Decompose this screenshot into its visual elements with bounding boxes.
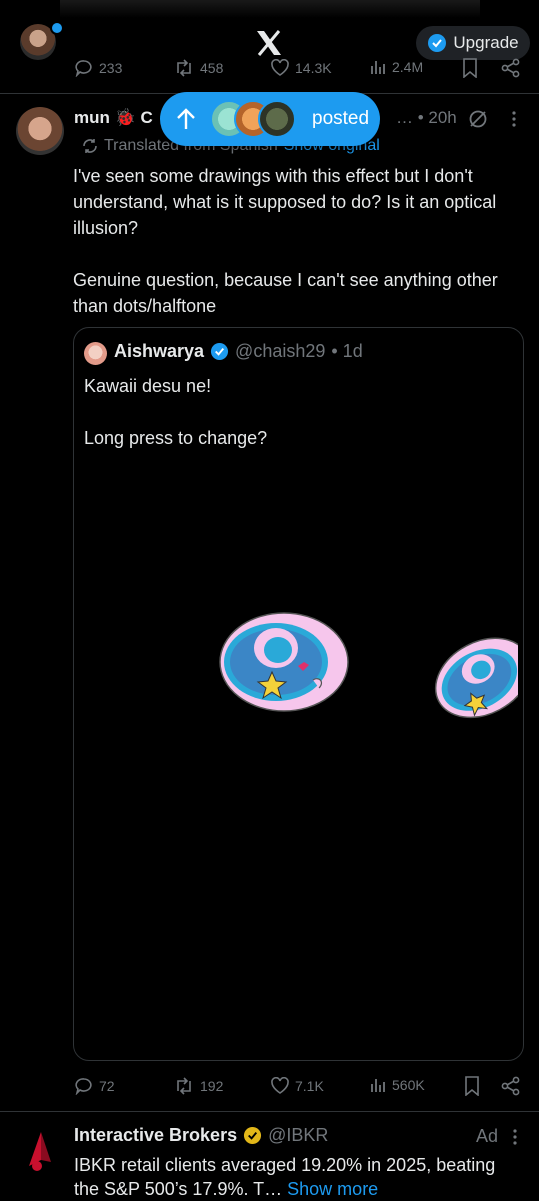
top-fade xyxy=(60,0,480,18)
x-logo-icon[interactable] xyxy=(255,30,283,56)
verified-badge-icon xyxy=(427,33,447,53)
quote-author-name: Aishwarya xyxy=(114,341,205,361)
bookmark-icon[interactable] xyxy=(462,58,478,78)
repost-count: 458 xyxy=(200,60,224,76)
share-icon[interactable] xyxy=(501,58,521,78)
new-posts-pill[interactable]: posted xyxy=(160,92,380,146)
ad-label: Ad xyxy=(476,1126,499,1146)
quote-header: Aishwarya @chaish29 • 1d xyxy=(114,341,363,362)
like-count: 7.1K xyxy=(295,1077,324,1094)
share-icon[interactable] xyxy=(501,1076,521,1096)
views-count: 2.4M xyxy=(392,59,424,75)
repost-icon xyxy=(177,1077,191,1095)
heart-icon xyxy=(271,59,289,76)
divider xyxy=(0,1111,539,1112)
quote-text: Kawaii desu ne! Long press to change? xyxy=(84,376,268,448)
upgrade-label: Upgrade xyxy=(453,33,519,52)
quote-time: • 1d xyxy=(331,341,363,361)
post-author-avatar[interactable] xyxy=(16,107,64,155)
post-text: I've seen some drawings with this effect… xyxy=(73,166,498,316)
ad-author-logo[interactable] xyxy=(15,1126,63,1186)
repost-count: 192 xyxy=(200,1078,224,1094)
post-time[interactable]: … • 20h xyxy=(396,108,457,128)
views-count: 560K xyxy=(392,1077,425,1093)
more-options-icon[interactable] xyxy=(511,110,517,128)
pill-avatar xyxy=(258,100,296,138)
more-options-icon[interactable] xyxy=(512,1128,518,1146)
views-button[interactable]: 2.4M xyxy=(370,59,423,75)
reply-count: 233 xyxy=(99,60,123,76)
show-more-link[interactable]: Show more xyxy=(287,1179,378,1199)
reply-button[interactable]: 233 xyxy=(75,59,122,77)
verified-badge-icon xyxy=(210,342,229,361)
ad-header: Interactive Brokers @IBKR xyxy=(74,1125,328,1146)
gold-verified-badge-icon xyxy=(244,1126,262,1145)
arrow-up-icon xyxy=(176,108,196,130)
reply-icon xyxy=(75,1078,92,1095)
repost-icon xyxy=(177,59,191,77)
like-button[interactable]: 14.3K xyxy=(271,59,332,76)
ad-author-name[interactable]: Interactive Brokers xyxy=(74,1125,237,1146)
quote-handle: @chaish29 xyxy=(235,341,326,361)
repost-button[interactable]: 458 xyxy=(174,59,223,77)
bookmark-icon[interactable] xyxy=(464,1076,480,1096)
ad-body: IBKR retail clients averaged 19.20% in 2… xyxy=(74,1155,496,1199)
like-count: 14.3K xyxy=(295,59,332,76)
reply-icon xyxy=(75,60,92,77)
post-author-name[interactable]: mun 🐞 C xyxy=(74,108,153,128)
grok-icon[interactable] xyxy=(468,109,488,129)
upgrade-button[interactable]: Upgrade xyxy=(416,26,530,60)
like-button[interactable]: 7.1K xyxy=(271,1077,324,1094)
ad-text: IBKR retail clients averaged 19.20% in 2… xyxy=(74,1153,524,1201)
ad-handle: @IBKR xyxy=(268,1125,329,1145)
reply-button[interactable]: 72 xyxy=(75,1077,115,1095)
repost-button[interactable]: 192 xyxy=(174,1077,223,1095)
views-icon xyxy=(371,61,385,74)
views-button[interactable]: 560K xyxy=(370,1077,425,1093)
posted-label: posted xyxy=(312,108,370,129)
quote-author-avatar xyxy=(84,342,107,365)
translate-icon xyxy=(83,139,97,153)
heart-icon xyxy=(271,1077,289,1094)
quote-media-image[interactable] xyxy=(218,610,518,760)
views-icon xyxy=(371,1079,385,1092)
notification-dot xyxy=(50,21,64,35)
reply-count: 72 xyxy=(99,1078,115,1094)
